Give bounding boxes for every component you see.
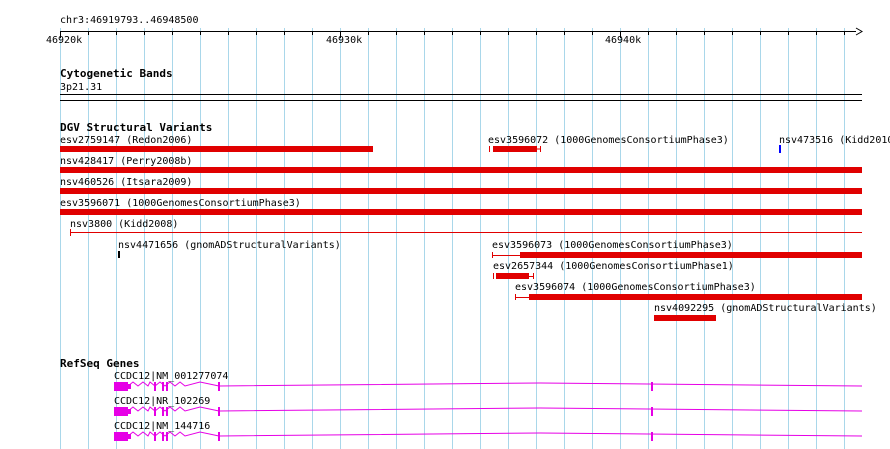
- variant-label[interactable]: nsv460526 (Itsara2009): [60, 177, 192, 188]
- variant-bar[interactable]: [654, 315, 716, 321]
- gene-intron[interactable]: [127, 431, 220, 437]
- gene-exon[interactable]: [166, 432, 168, 441]
- gene-intron[interactable]: [218, 407, 863, 412]
- variant-label[interactable]: nsv4092295 (gnomADStructuralVariants): [654, 303, 877, 314]
- gene-intron[interactable]: [218, 432, 863, 437]
- gene-exon[interactable]: [114, 407, 128, 416]
- track-title-dgv: DGV Structural Variants: [60, 121, 213, 134]
- variant-label[interactable]: esv3596072 (1000GenomesConsortiumPhase3): [488, 135, 729, 146]
- gene-exon[interactable]: [218, 382, 220, 391]
- variant-marker[interactable]: [779, 145, 781, 153]
- variant-label[interactable]: esv3596071 (1000GenomesConsortiumPhase3): [60, 198, 301, 209]
- ruler-location: chr3:46919793..46948500: [60, 15, 199, 26]
- gene-intron[interactable]: [218, 382, 863, 387]
- gene-utr[interactable]: [128, 409, 131, 414]
- gene-exon[interactable]: [162, 407, 164, 416]
- gene-exon[interactable]: [166, 407, 168, 416]
- gene-exon[interactable]: [154, 407, 156, 416]
- gene-exon[interactable]: [162, 432, 164, 441]
- variant-label[interactable]: nsv473516 (Kidd2010): [779, 135, 890, 146]
- gene-exon[interactable]: [166, 382, 168, 391]
- variant-bar[interactable]: [496, 273, 529, 279]
- gene-exon[interactable]: [154, 432, 156, 441]
- variant-marker[interactable]: [118, 251, 120, 258]
- gene-utr[interactable]: [128, 384, 131, 389]
- variant-label[interactable]: esv2759147 (Redon2006): [60, 135, 192, 146]
- gene-exon[interactable]: [114, 432, 128, 441]
- variant-label[interactable]: esv2657344 (1000GenomesConsortiumPhase1): [493, 261, 734, 272]
- ruler-tick-label: 46940k: [605, 35, 642, 46]
- gene-exon[interactable]: [651, 432, 653, 441]
- gene-exon[interactable]: [154, 382, 156, 391]
- variant-label[interactable]: nsv4471656 (gnomADStructuralVariants): [118, 240, 341, 251]
- ruler-arrow-icon: [855, 27, 863, 36]
- variant-label[interactable]: esv3596073 (1000GenomesConsortiumPhase3): [492, 240, 733, 251]
- variant-bar[interactable]: [60, 209, 862, 215]
- gene-exon[interactable]: [114, 382, 128, 391]
- variant-bar[interactable]: [60, 188, 862, 194]
- gene-intron[interactable]: [127, 381, 220, 387]
- track-title-cytobands: Cytogenetic Bands: [60, 67, 173, 80]
- variant-bar[interactable]: [60, 167, 862, 173]
- gene-intron[interactable]: [127, 406, 220, 412]
- ruler-tick-label: 46930k: [326, 35, 363, 46]
- gene-label[interactable]: CCDC12|NR_102269: [114, 396, 210, 407]
- variant-label[interactable]: esv3596074 (1000GenomesConsortiumPhase3): [515, 282, 756, 293]
- gene-utr[interactable]: [128, 434, 131, 439]
- gene-exon[interactable]: [218, 432, 220, 441]
- gene-exon[interactable]: [218, 407, 220, 416]
- gene-exon[interactable]: [651, 407, 653, 416]
- variant-label[interactable]: nsv428417 (Perry2008b): [60, 156, 192, 167]
- gene-exon[interactable]: [162, 382, 164, 391]
- variant-bar[interactable]: [520, 252, 862, 258]
- variant-label[interactable]: nsv3800 (Kidd2008): [70, 219, 178, 230]
- track-title-refseq: RefSeq Genes: [60, 357, 140, 370]
- variant-bar[interactable]: [529, 294, 862, 300]
- variant-bar[interactable]: [60, 146, 373, 152]
- cytoband-label[interactable]: 3p21.31: [60, 82, 102, 93]
- ruler-tick-label: 46920k: [46, 35, 83, 46]
- gene-label[interactable]: CCDC12|NM_001277074: [114, 371, 228, 382]
- gene-label[interactable]: CCDC12|NM_144716: [114, 421, 210, 432]
- gene-exon[interactable]: [651, 382, 653, 391]
- genome-browser: chr3:46919793..46948500 46920k 46930k 46…: [0, 0, 890, 449]
